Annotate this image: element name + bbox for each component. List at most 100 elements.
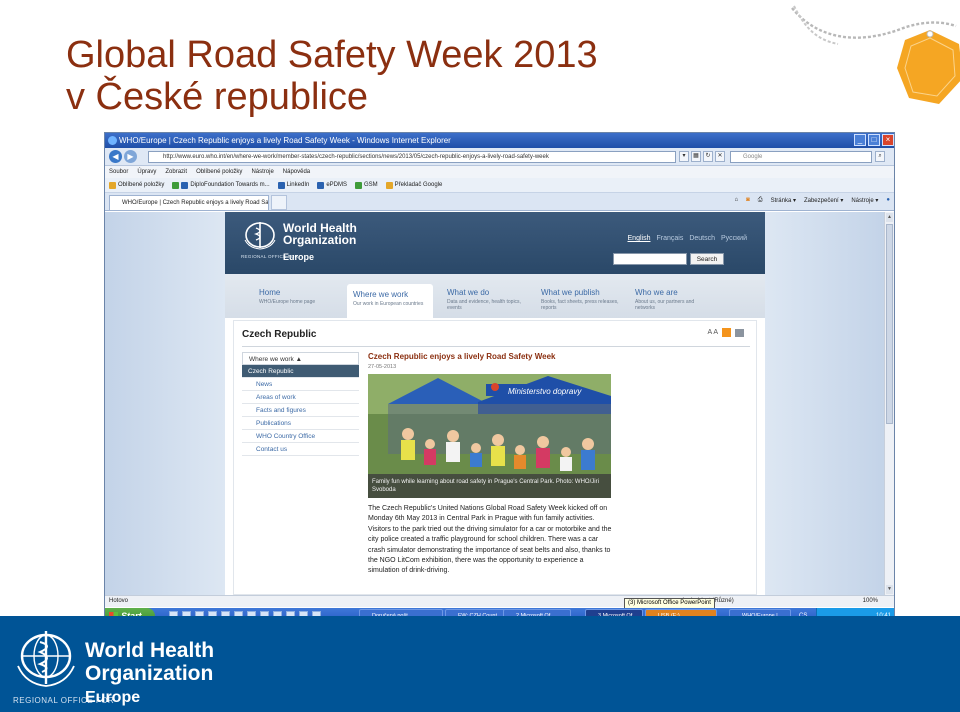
compat-view-icon[interactable]: ▦ xyxy=(691,151,701,162)
footer-region-label: Europe xyxy=(85,689,141,706)
refresh-icon[interactable]: ↻ xyxy=(703,151,713,162)
who-emblem-icon xyxy=(17,631,75,687)
back-arrow-icon[interactable]: ◀ xyxy=(109,150,122,163)
favorite-link[interactable]: GSM xyxy=(355,178,378,192)
text-size-icon[interactable]: A A xyxy=(707,329,718,336)
article-body: The Czech Republic's United Nations Glob… xyxy=(368,505,612,575)
rss-icon[interactable]: ◙ xyxy=(746,197,750,204)
scroll-thumb[interactable] xyxy=(886,224,893,424)
article-date: 27-05-2013 xyxy=(368,364,397,370)
who-footer: World Health Organization REGIONAL OFFIC… xyxy=(0,616,960,712)
photo-caption: Family fun while learning about road saf… xyxy=(368,474,611,498)
nav-who-we-are[interactable]: Who we are About us, our partners and ne… xyxy=(629,282,715,318)
command-security[interactable]: Zabezpečení ▾ xyxy=(804,197,843,204)
page-tools: A A xyxy=(707,328,744,337)
left-menu-publications[interactable]: Publications xyxy=(242,417,359,430)
left-menu-who-country-office[interactable]: WHO Country Office xyxy=(242,430,359,443)
add-favorite-icon xyxy=(172,181,180,189)
nav-what-we-publish[interactable]: What we publish Books, fact sheets, pres… xyxy=(535,282,621,318)
menu-item-favorites[interactable]: Oblíbené položky xyxy=(196,166,242,178)
menu-item-edit[interactable]: Úpravy xyxy=(137,166,156,178)
favorite-link[interactable]: ePDMS xyxy=(317,178,347,192)
star-icon xyxy=(109,181,116,189)
browser-window: WHO/Europe | Czech Republic enjoys a liv… xyxy=(104,132,895,623)
who-logo-text[interactable]: World Health Organization xyxy=(283,222,357,246)
left-menu-areas-of-work[interactable]: Areas of work xyxy=(242,391,359,404)
site-icon xyxy=(317,181,325,189)
lang-french[interactable]: Français xyxy=(656,235,683,242)
article-photo: Ministerstvo dopravy Family fun while le… xyxy=(368,374,611,498)
tab-strip: WHO/Europe | Czech Republic enjoys a liv… xyxy=(105,193,894,211)
scroll-up-icon[interactable]: ▲ xyxy=(886,213,893,222)
print-icon[interactable]: ⎙ xyxy=(758,197,763,204)
lang-german[interactable]: Deutsch xyxy=(689,235,715,242)
left-menu-czech-republic[interactable]: Czech Republic xyxy=(242,365,359,378)
rss-icon[interactable] xyxy=(722,328,731,337)
nav-where-we-work[interactable]: Where we work Our work in European count… xyxy=(347,284,433,318)
maximize-button[interactable]: □ xyxy=(868,134,880,146)
content-card: Czech Republic A A Where we work ▲ Czech… xyxy=(233,320,757,595)
menu-bar: Soubor Úpravy Zobrazit Oblíbené položky … xyxy=(105,166,894,178)
command-tools[interactable]: Nástroje ▾ xyxy=(851,197,878,204)
language-switcher: English Français Deutsch Русский xyxy=(628,235,747,242)
left-menu-contact-us[interactable]: Contact us xyxy=(242,443,359,456)
article-title: Czech Republic enjoys a lively Road Safe… xyxy=(368,352,556,361)
window-title: WHO/Europe | Czech Republic enjoys a liv… xyxy=(119,136,451,145)
scroll-down-icon[interactable]: ▼ xyxy=(886,585,893,594)
menu-item-view[interactable]: Zobrazit xyxy=(165,166,187,178)
slide-title-line2: v České republice xyxy=(66,76,369,118)
favorites-button[interactable]: Oblíbené položky xyxy=(109,178,164,192)
home-icon[interactable]: ⌂ xyxy=(735,197,739,204)
main-nav: Home WHO/Europe home page Where we work … xyxy=(225,274,765,318)
ie-title-bar: WHO/Europe | Czech Republic enjoys a liv… xyxy=(105,133,894,148)
nav-home[interactable]: Home WHO/Europe home page xyxy=(253,282,339,318)
dropdown-icon[interactable]: ▾ xyxy=(679,151,689,162)
site-search-input[interactable] xyxy=(613,253,687,265)
left-menu-head[interactable]: Where we work ▲ xyxy=(242,352,359,365)
footer-logo-text: World Health Organization xyxy=(85,639,215,685)
favorite-link[interactable]: DiploFoundation Towards m... xyxy=(172,178,270,192)
ie-logo-icon xyxy=(108,136,117,145)
close-button[interactable]: × xyxy=(882,134,894,146)
article: Czech Republic enjoys a lively Road Safe… xyxy=(368,352,612,574)
left-menu: Where we work ▲ Czech Republic News Area… xyxy=(242,352,359,456)
favorite-link[interactable]: Překladač Google xyxy=(385,178,442,192)
vertical-scrollbar[interactable]: ▲ ▼ xyxy=(884,212,894,595)
site-icon xyxy=(355,181,362,189)
forward-arrow-icon[interactable]: ▶ xyxy=(124,150,137,163)
who-webpage: World Health Organization REGIONAL OFFIC… xyxy=(225,212,765,595)
page-title: Czech Republic xyxy=(242,329,317,340)
status-bar: Hotovo známá oblast (Různé) 100% xyxy=(105,595,894,607)
nav-what-we-do[interactable]: What we do Data and evidence, health top… xyxy=(441,282,527,318)
search-icon[interactable]: ⌕ xyxy=(875,151,885,162)
google-search-input[interactable]: Google xyxy=(730,151,872,163)
menu-item-help[interactable]: Nápověda xyxy=(283,166,310,178)
status-text: Hotovo xyxy=(109,598,129,604)
linkedin-icon xyxy=(277,181,285,189)
who-emblem-icon xyxy=(244,222,276,250)
menu-item-tools[interactable]: Nástroje xyxy=(251,166,273,178)
help-icon[interactable]: ● xyxy=(886,197,890,204)
address-input[interactable]: http://www.euro.who.int/en/where-we-work… xyxy=(148,151,676,163)
lang-english[interactable]: English xyxy=(628,235,651,242)
lang-russian[interactable]: Русский xyxy=(721,235,747,242)
region-label: Europe xyxy=(283,252,315,262)
print-icon[interactable] xyxy=(735,328,744,337)
left-menu-facts-and-figures[interactable]: Facts and figures xyxy=(242,404,359,417)
decade-of-action-badge-icon xyxy=(897,30,960,104)
tab-who-europe[interactable]: WHO/Europe | Czech Republic enjoys a liv… xyxy=(109,195,269,210)
slide-title-line1: Global Road Safety Week 2013 xyxy=(66,34,598,76)
favorite-link[interactable]: LinkedIn xyxy=(277,178,309,192)
address-bar-row: ◀ ▶ http://www.euro.who.int/en/where-we-… xyxy=(105,148,894,166)
command-page[interactable]: Stránka ▾ xyxy=(771,197,796,204)
page-viewport: World Health Organization REGIONAL OFFIC… xyxy=(105,212,886,595)
site-search-button[interactable]: Search xyxy=(690,253,724,265)
minimize-button[interactable]: _ xyxy=(854,134,866,146)
who-header: World Health Organization REGIONAL OFFIC… xyxy=(225,212,765,274)
menu-item-file[interactable]: Soubor xyxy=(109,166,128,178)
new-tab-button[interactable] xyxy=(271,195,287,210)
zoom-level[interactable]: 100% xyxy=(863,596,878,607)
stop-icon[interactable]: ✕ xyxy=(715,151,725,162)
left-menu-news[interactable]: News xyxy=(242,378,359,391)
site-icon xyxy=(181,181,189,189)
